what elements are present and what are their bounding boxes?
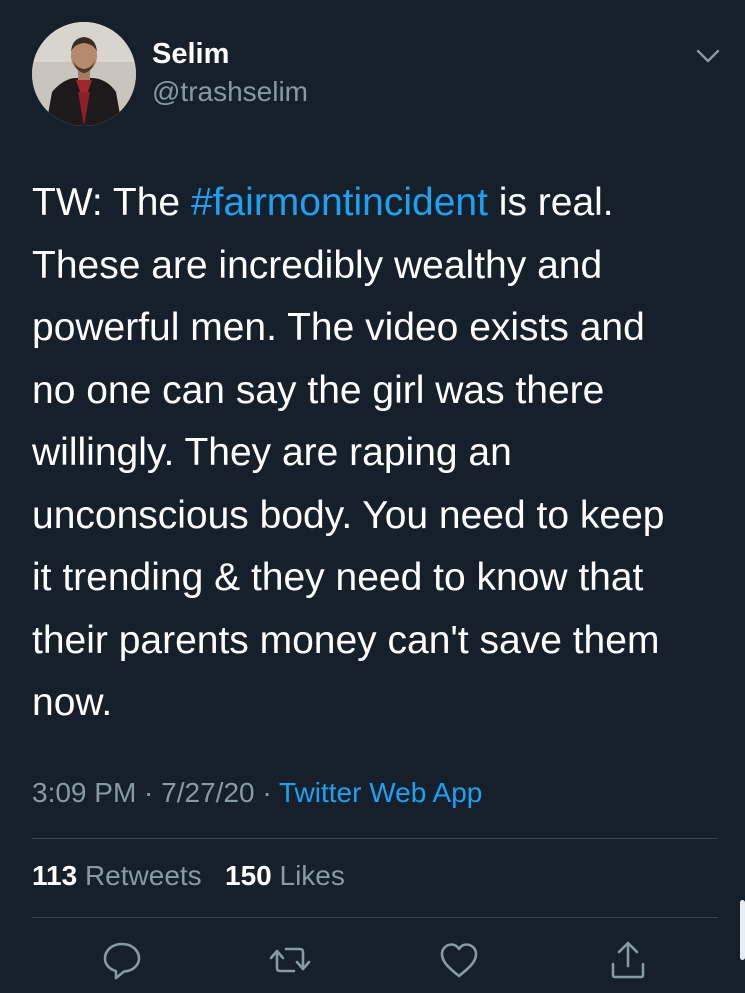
tweet-text-line: their parents money can't save them — [32, 618, 660, 662]
hashtag-link[interactable]: #fairmontincident — [191, 181, 488, 224]
author-handle[interactable]: @trashselim — [152, 76, 308, 108]
tweet-text-segment: TW: The — [32, 181, 191, 224]
heart-icon[interactable] — [437, 938, 481, 982]
tweet-text-line: willingly. They are raping an — [32, 431, 512, 474]
chevron-down-icon[interactable] — [690, 38, 726, 74]
tweet-text-line: no one can say the girl was there — [32, 368, 605, 412]
avatar[interactable] — [32, 22, 136, 126]
engagement-stats: 113 Retweets 150 Likes — [32, 860, 345, 892]
share-icon[interactable] — [606, 938, 650, 982]
retweets-stat[interactable]: 113 Retweets — [32, 860, 202, 891]
tweet-detail: Selim @trashselim TW: The #fairmontincid… — [0, 0, 745, 993]
tweet-text-line: it trending & they need to know that — [32, 556, 644, 599]
tweet-text-segment: is real. — [487, 181, 614, 224]
scrollbar[interactable] — [740, 900, 745, 960]
likes-stat[interactable]: 150 Likes — [225, 860, 345, 891]
meta-separator: · — [254, 777, 279, 808]
tweet-text: TW: The #fairmontincident is real. These… — [32, 172, 722, 735]
divider — [32, 917, 718, 918]
likes-count: 150 — [225, 860, 272, 891]
action-bar — [0, 938, 745, 988]
tweet-time[interactable]: 3:09 PM — [32, 777, 136, 808]
meta-separator: · — [136, 777, 162, 808]
tweet-text-line: These are incredibly wealthy and — [32, 243, 603, 287]
tweet-text-line: powerful men. The video exists and — [32, 306, 645, 349]
tweet-text-line: TW: The #fairmontincident is real. — [32, 172, 722, 235]
tweet-text-line: now. — [32, 681, 113, 724]
retweets-label: Retweets — [84, 860, 202, 891]
reply-icon[interactable] — [100, 938, 144, 982]
tweet-metadata: 3:09 PM · 7/27/20 · Twitter Web App — [32, 777, 482, 809]
likes-label: Likes — [279, 860, 345, 891]
divider — [32, 838, 718, 839]
tweet-source-link[interactable]: Twitter Web App — [279, 777, 482, 808]
retweets-count: 113 — [32, 860, 78, 891]
author-display-name[interactable]: Selim — [152, 38, 229, 71]
tweet-text-line: unconscious body. You need to keep — [32, 493, 665, 537]
retweet-icon[interactable] — [268, 938, 312, 982]
tweet-date[interactable]: 7/27/20 — [161, 777, 254, 808]
